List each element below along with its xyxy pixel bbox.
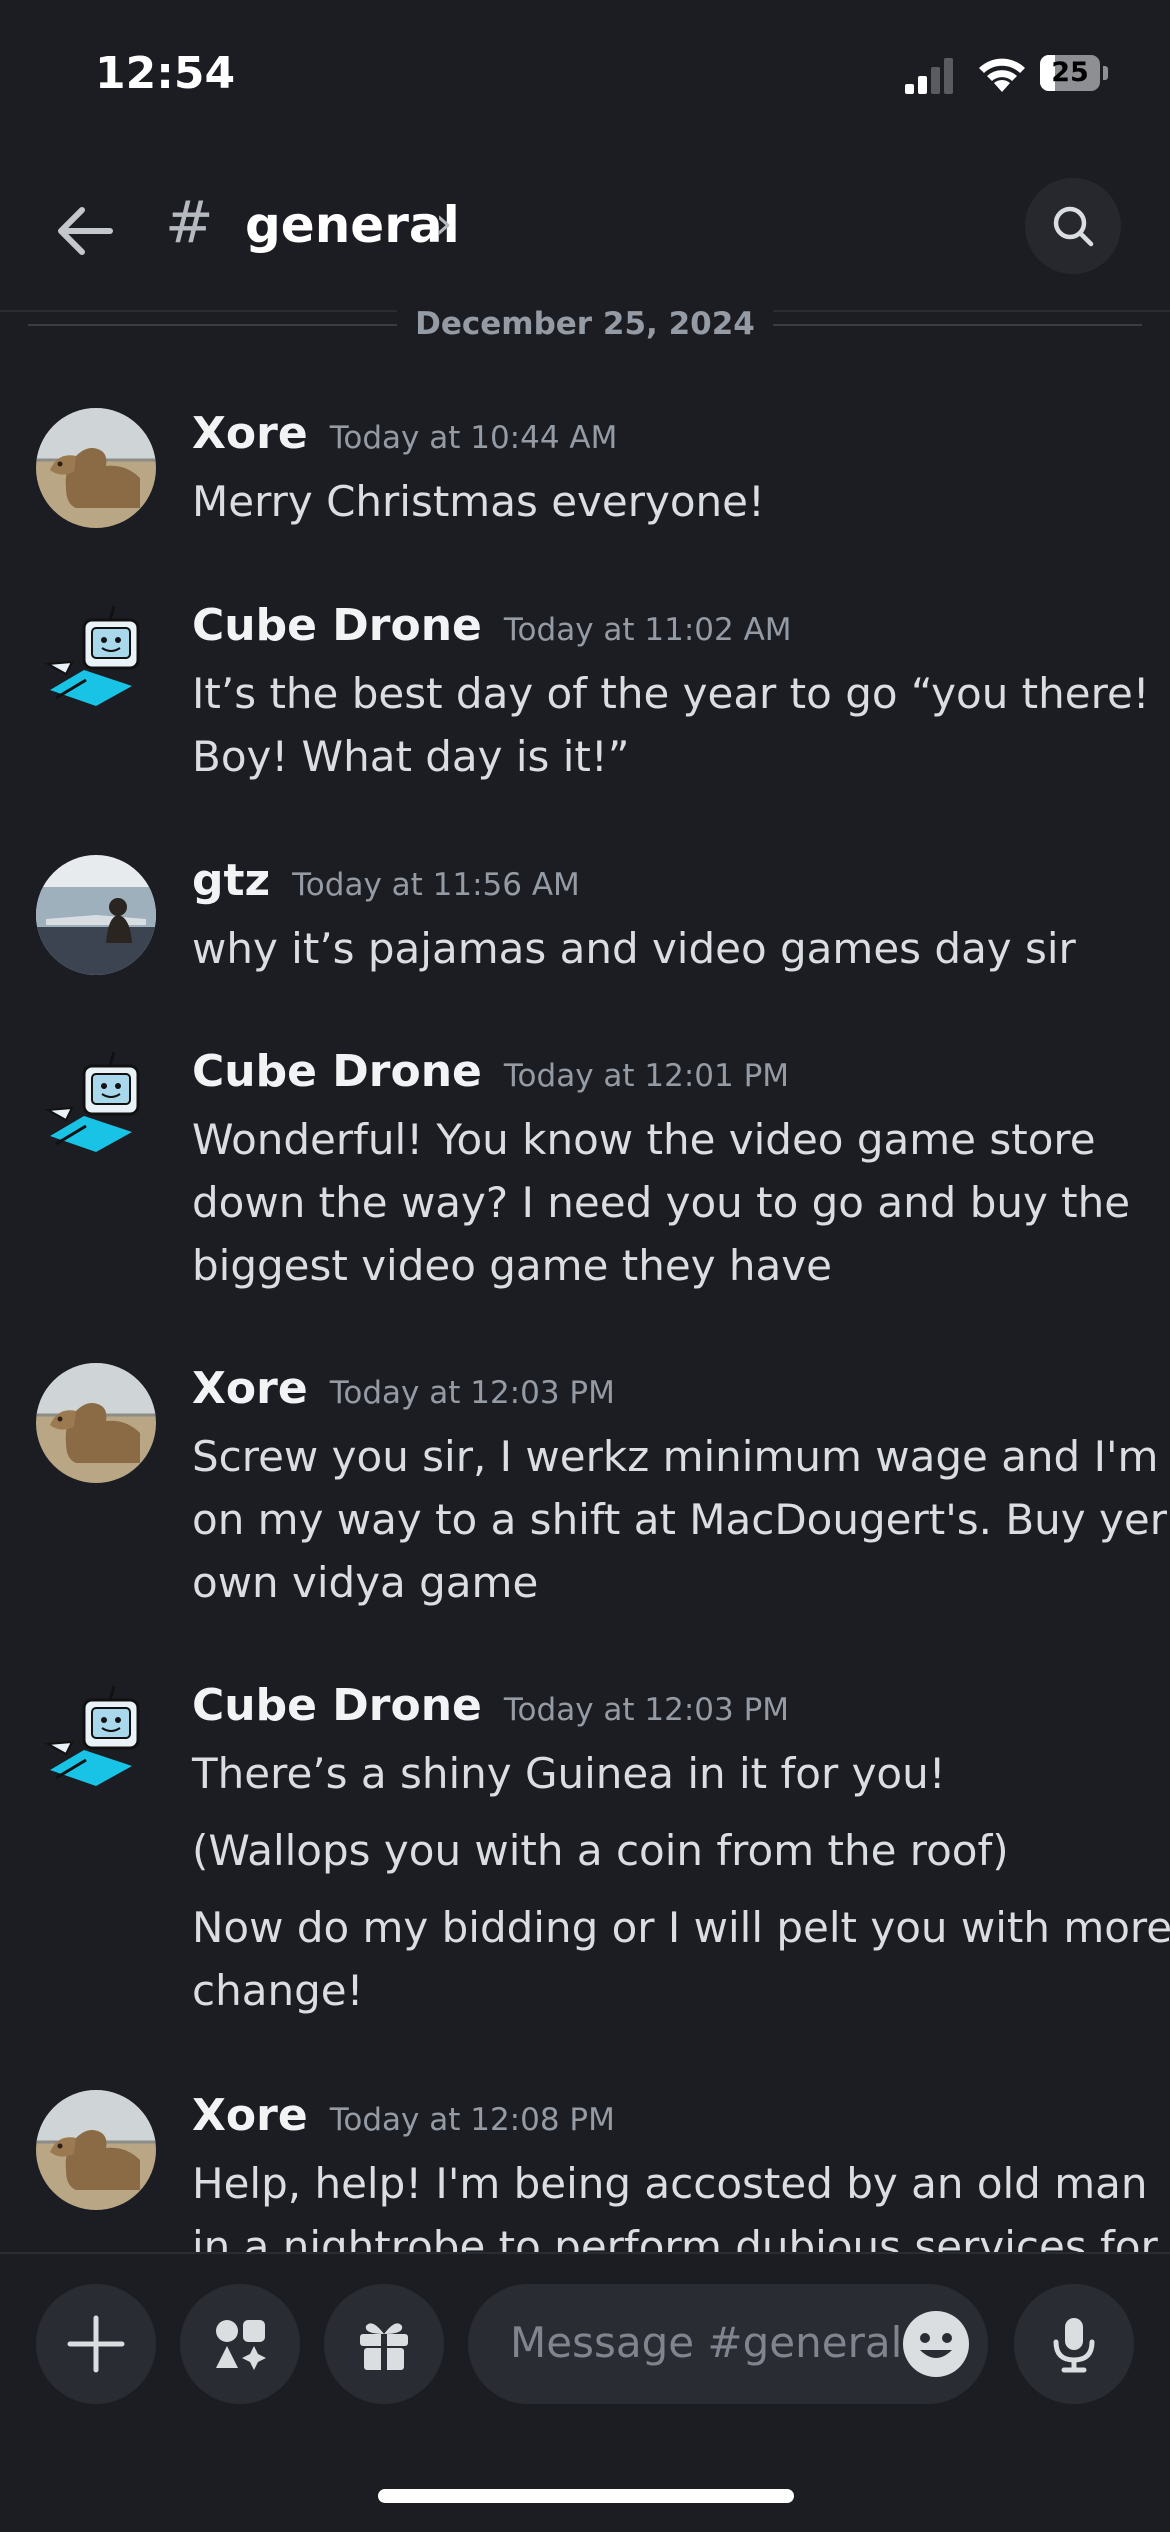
camel-avatar[interactable] xyxy=(36,1363,156,1483)
microphone-icon xyxy=(1053,2318,1095,2373)
message-content: It’s the best day of the year to go “you… xyxy=(192,662,1150,788)
message-timestamp: Today at 12:03 PM xyxy=(329,1375,615,1411)
message-author[interactable]: Xore xyxy=(192,2090,308,2141)
message-line: Merry Christmas everyone! xyxy=(192,477,765,526)
home-indicator[interactable] xyxy=(378,2489,794,2503)
battery-icon: 25 xyxy=(1040,55,1108,91)
camel-avatar[interactable] xyxy=(36,2090,156,2210)
plus-icon xyxy=(67,2315,125,2373)
message-line: Now do my bidding or I will pelt you wit… xyxy=(192,1903,1170,1952)
cube-drone-avatar[interactable] xyxy=(36,1680,156,1800)
message-line: change! xyxy=(192,1966,364,2015)
message-content: why it’s pajamas and video games day sir xyxy=(192,917,1132,980)
message-composer: Message #general xyxy=(0,2252,1170,2434)
status-bar: 12:54 25 xyxy=(0,0,1170,150)
message-author[interactable]: Cube Drone xyxy=(192,1046,482,1097)
message-author[interactable]: Xore xyxy=(192,408,308,459)
status-time: 12:54 xyxy=(95,48,236,99)
message-content: Help, help! I'm being accosted by an old… xyxy=(192,2152,1158,2252)
attach-button[interactable] xyxy=(36,2284,156,2404)
gift-icon xyxy=(360,2323,408,2370)
chevron-right-icon[interactable]: › xyxy=(435,198,453,249)
date-label: December 25, 2024 xyxy=(397,306,773,342)
message-author[interactable]: Xore xyxy=(192,1363,308,1414)
wifi-icon xyxy=(979,58,1025,92)
message-content: There’s a shiny Guinea in it for you! (W… xyxy=(192,1742,1170,2022)
signal-icon xyxy=(905,58,953,94)
search-icon xyxy=(1053,206,1094,247)
message-author[interactable]: Cube Drone xyxy=(192,600,482,651)
gift-button[interactable] xyxy=(324,2284,444,2404)
battery-level: 25 xyxy=(1051,57,1089,88)
message-line: own vidya game xyxy=(192,1558,539,1607)
apps-icon xyxy=(216,2320,266,2370)
message-list[interactable]: Xore Today at 10:44 AM Merry Christmas ev… xyxy=(0,360,1170,2252)
arrow-left-icon[interactable] xyxy=(50,196,120,266)
message-timestamp: Today at 11:56 AM xyxy=(292,867,580,903)
message-line: Help, help! I'm being accosted by an old… xyxy=(192,2159,1148,2208)
message-input[interactable]: Message #general xyxy=(468,2284,988,2404)
gtz-avatar[interactable] xyxy=(36,855,156,975)
message-line: It’s the best day of the year to go “you… xyxy=(192,669,1150,718)
message-input-placeholder: Message #general xyxy=(510,2318,903,2367)
message-author[interactable]: gtz xyxy=(192,855,270,906)
message-line: Screw you sir, I werkz minimum wage and … xyxy=(192,1432,1159,1481)
message-line: Wonderful! You know the video game store xyxy=(192,1115,1096,1164)
message-line: Boy! What day is it!” xyxy=(192,732,630,781)
message-line: biggest video game they have xyxy=(192,1241,832,1290)
message-timestamp: Today at 12:01 PM xyxy=(503,1058,790,1094)
cube-drone-avatar[interactable] xyxy=(36,600,156,720)
date-divider: December 25, 2024 xyxy=(28,300,1142,352)
channel-name[interactable]: general xyxy=(245,196,460,254)
message-line: There’s a shiny Guinea in it for you! xyxy=(192,1749,946,1798)
apps-button[interactable] xyxy=(180,2284,300,2404)
message-content: Merry Christmas everyone! xyxy=(192,470,1132,533)
message-content: Wonderful! You know the video game store… xyxy=(192,1108,1132,1297)
message-timestamp: Today at 12:08 PM xyxy=(329,2102,615,2138)
channel-header: # general › xyxy=(0,160,1170,312)
voice-button[interactable] xyxy=(1014,2284,1134,2404)
message-author[interactable]: Cube Drone xyxy=(192,1680,482,1731)
message-line: (Wallops you with a coin from the roof) xyxy=(192,1826,1009,1875)
hash-icon: # xyxy=(165,188,214,256)
emoji-icon[interactable] xyxy=(900,2308,972,2380)
message-timestamp: Today at 12:03 PM xyxy=(503,1692,790,1728)
message-line: why it’s pajamas and video games day sir xyxy=(192,924,1076,973)
message-content: Screw you sir, I werkz minimum wage and … xyxy=(192,1425,1167,1614)
message-timestamp: Today at 11:02 AM xyxy=(503,612,792,648)
cube-drone-avatar[interactable] xyxy=(36,1046,156,1166)
message-timestamp: Today at 10:44 AM xyxy=(329,420,618,456)
search-button[interactable] xyxy=(1025,178,1121,274)
message-line: in a nightrobe to perform dubious servic… xyxy=(192,2222,1158,2252)
message-line: on my way to a shift at MacDougert's. Bu… xyxy=(192,1495,1167,1544)
camel-avatar[interactable] xyxy=(36,408,156,528)
message-line: down the way? I need you to go and buy t… xyxy=(192,1178,1131,1227)
